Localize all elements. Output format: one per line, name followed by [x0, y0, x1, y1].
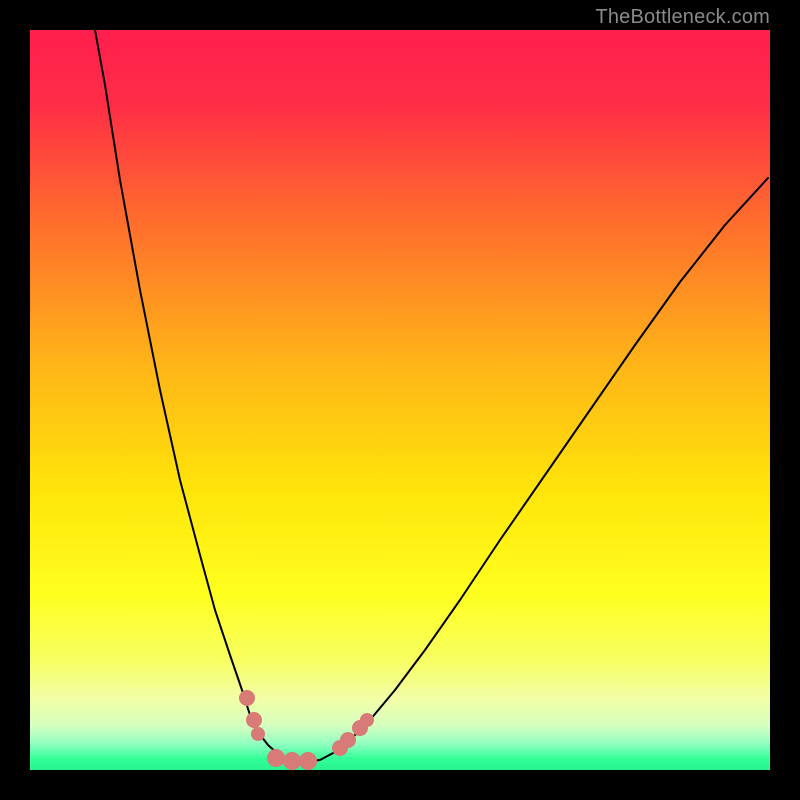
data-marker [283, 752, 301, 770]
data-marker [267, 749, 285, 767]
background-gradient [30, 30, 770, 770]
data-marker [340, 732, 356, 748]
watermark-text: TheBottleneck.com [595, 6, 770, 29]
data-marker [360, 713, 374, 727]
chart-svg [30, 30, 770, 770]
data-marker [239, 690, 255, 706]
plot-area [30, 30, 770, 770]
outer-frame: TheBottleneck.com [0, 0, 800, 800]
data-marker [246, 712, 262, 728]
data-marker [299, 752, 317, 770]
data-marker [251, 727, 265, 741]
